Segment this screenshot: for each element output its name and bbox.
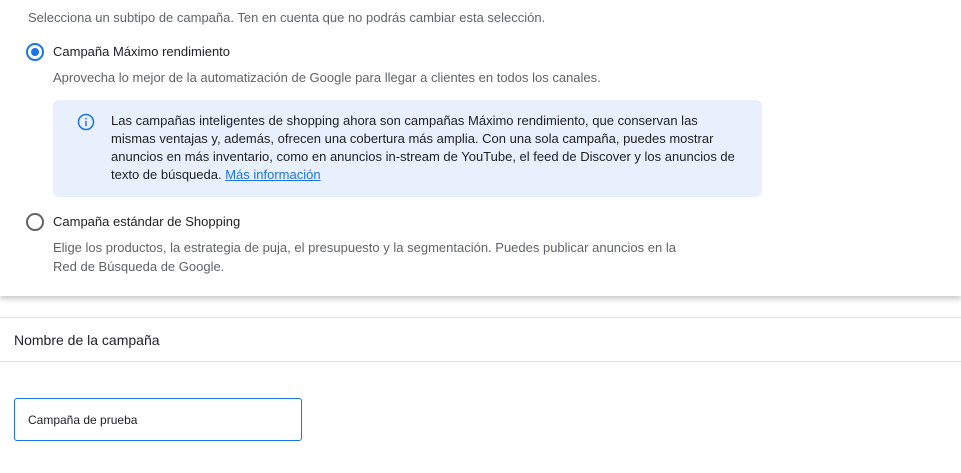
info-icon — [77, 113, 95, 131]
option-standard-shopping-title[interactable]: Campaña estándar de Shopping — [53, 214, 240, 229]
campaign-name-section: Nombre de la campaña — [0, 317, 961, 473]
campaign-name-title: Nombre de la campaña — [14, 332, 160, 348]
info-banner-body: Las campañas inteligentes de shopping ah… — [111, 113, 735, 182]
option-performance-max-title[interactable]: Campaña Máximo rendimiento — [53, 44, 230, 59]
info-banner-text: Las campañas inteligentes de shopping ah… — [111, 112, 741, 184]
subtype-intro-text: Selecciona un subtipo de campaña. Ten en… — [28, 10, 546, 25]
learn-more-link[interactable]: Más información — [225, 167, 320, 182]
campaign-name-input[interactable] — [14, 398, 302, 441]
option-performance-max-description: Aprovecha lo mejor de la automatización … — [53, 70, 601, 85]
campaign-subtype-card: Selecciona un subtipo de campaña. Ten en… — [0, 0, 961, 296]
section-divider — [0, 361, 961, 362]
radio-performance-max[interactable] — [26, 43, 44, 61]
option-standard-shopping-description: Elige los productos, la estrategia de pu… — [53, 240, 676, 274]
radio-standard-shopping[interactable] — [26, 213, 44, 231]
info-banner: Las campañas inteligentes de shopping ah… — [53, 100, 762, 197]
